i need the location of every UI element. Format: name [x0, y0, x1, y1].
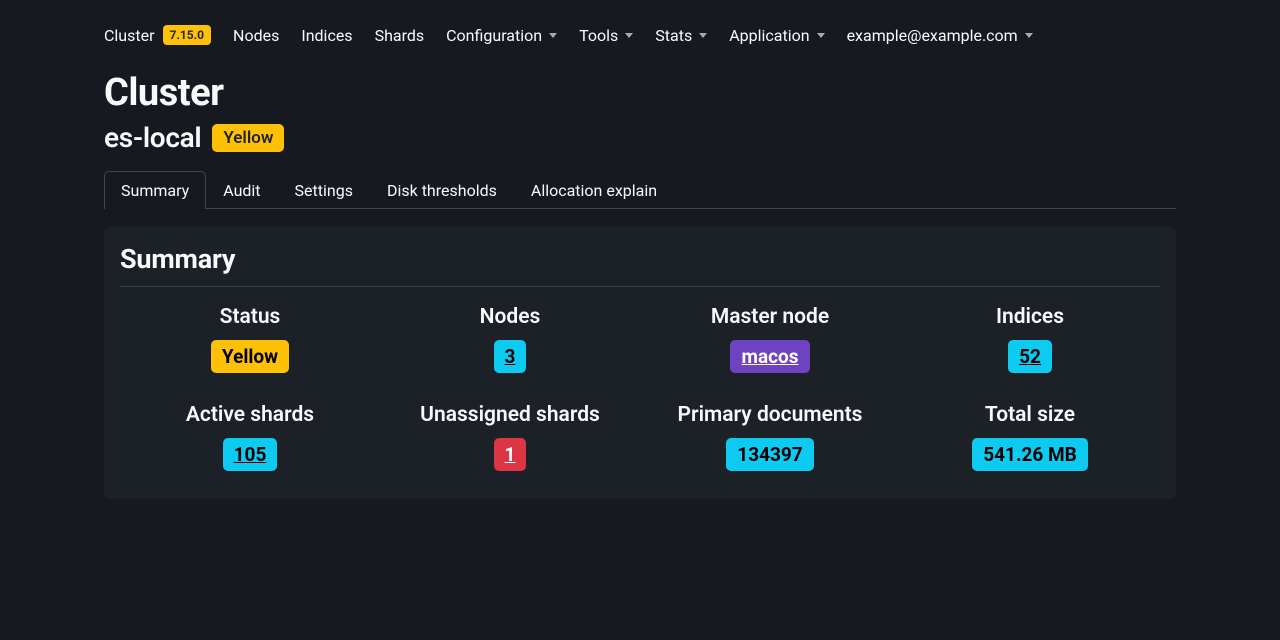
- nav-cluster-label: Cluster: [104, 26, 155, 45]
- nav-shards[interactable]: Shards: [367, 20, 433, 51]
- tab-disk-thresholds[interactable]: Disk thresholds: [370, 171, 514, 209]
- version-badge: 7.15.0: [163, 25, 212, 45]
- stat-status: Status Yellow: [120, 305, 380, 373]
- tabs: Summary Audit Settings Disk thresholds A…: [104, 170, 1176, 209]
- caret-down-icon: [1025, 33, 1033, 38]
- status-badge: Yellow: [212, 124, 284, 152]
- stat-row-2: Active shards 105 Unassigned shards 1 Pr…: [120, 403, 1160, 471]
- nav-application-label: Application: [729, 26, 809, 45]
- nav-stats-label: Stats: [655, 26, 692, 45]
- stat-primary-documents-label: Primary documents: [640, 403, 900, 427]
- card-title: Summary: [120, 243, 1160, 287]
- nav-stats[interactable]: Stats: [647, 20, 715, 51]
- cluster-name: es-local: [104, 121, 201, 154]
- nav-user[interactable]: example@example.com: [839, 20, 1041, 51]
- stat-row-1: Status Yellow Nodes 3 Master node macos …: [120, 305, 1160, 373]
- stat-nodes-value[interactable]: 3: [494, 340, 527, 373]
- stat-nodes: Nodes 3: [380, 305, 640, 373]
- stat-primary-documents: Primary documents 134397: [640, 403, 900, 471]
- stat-total-size-label: Total size: [900, 403, 1160, 427]
- nav-nodes[interactable]: Nodes: [225, 20, 287, 51]
- stat-active-shards: Active shards 105: [120, 403, 380, 471]
- navbar: Cluster 7.15.0 Nodes Indices Shards Conf…: [104, 0, 1176, 65]
- nav-tools[interactable]: Tools: [571, 20, 641, 51]
- caret-down-icon: [699, 33, 707, 38]
- tab-allocation-explain[interactable]: Allocation explain: [514, 171, 674, 209]
- stat-unassigned-shards-value[interactable]: 1: [494, 438, 527, 471]
- stat-active-shards-value[interactable]: 105: [223, 438, 278, 471]
- nav-tools-label: Tools: [579, 26, 618, 45]
- stat-unassigned-shards: Unassigned shards 1: [380, 403, 640, 471]
- stat-nodes-label: Nodes: [380, 305, 640, 329]
- caret-down-icon: [549, 33, 557, 38]
- stat-unassigned-shards-label: Unassigned shards: [380, 403, 640, 427]
- stat-total-size: Total size 541.26 MB: [900, 403, 1160, 471]
- stat-active-shards-label: Active shards: [120, 403, 380, 427]
- nav-configuration[interactable]: Configuration: [438, 20, 565, 51]
- stat-status-value: Yellow: [211, 340, 289, 373]
- tab-settings[interactable]: Settings: [278, 171, 370, 209]
- tab-summary[interactable]: Summary: [104, 171, 206, 209]
- nav-application[interactable]: Application: [721, 20, 832, 51]
- stat-indices-value[interactable]: 52: [1008, 340, 1052, 373]
- page-title: Cluster: [104, 71, 1176, 115]
- stat-master-node-value[interactable]: macos: [730, 340, 809, 373]
- stat-total-size-value: 541.26 MB: [972, 438, 1088, 471]
- stat-primary-documents-value: 134397: [726, 438, 813, 471]
- stat-status-label: Status: [120, 305, 380, 329]
- stat-master-node: Master node macos: [640, 305, 900, 373]
- subheading: es-local Yellow: [104, 121, 1176, 154]
- caret-down-icon: [817, 33, 825, 38]
- nav-indices[interactable]: Indices: [293, 20, 360, 51]
- nav-configuration-label: Configuration: [446, 26, 542, 45]
- nav-cluster[interactable]: Cluster 7.15.0: [104, 19, 219, 51]
- summary-card: Summary Status Yellow Nodes 3 Master nod…: [104, 227, 1176, 499]
- stat-master-node-label: Master node: [640, 305, 900, 329]
- tab-audit[interactable]: Audit: [206, 171, 277, 209]
- nav-user-label: example@example.com: [847, 26, 1018, 45]
- stat-indices: Indices 52: [900, 305, 1160, 373]
- caret-down-icon: [625, 33, 633, 38]
- stat-indices-label: Indices: [900, 305, 1160, 329]
